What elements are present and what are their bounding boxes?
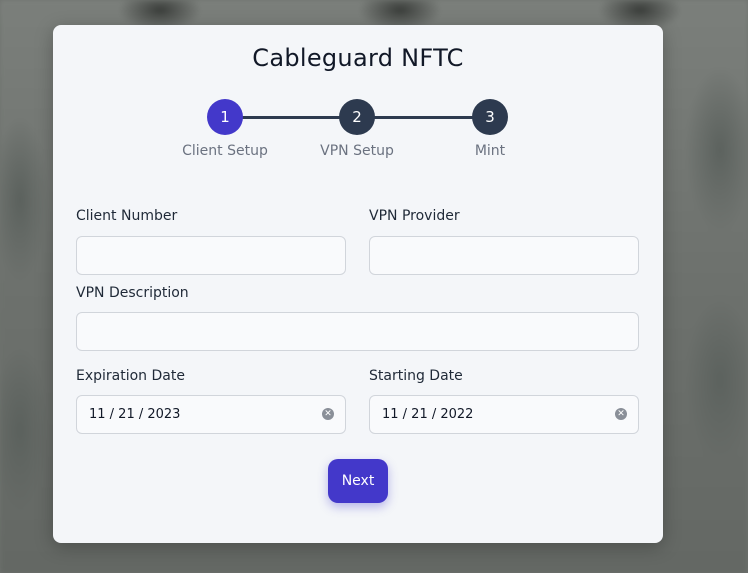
- next-button[interactable]: Next: [328, 459, 388, 503]
- expiration-date-value: 11 / 21 / 2023: [89, 407, 181, 422]
- step-3-label: Mint: [474, 143, 506, 159]
- client-number-input[interactable]: [76, 236, 346, 275]
- starting-date-value: 11 / 21 / 2022: [382, 407, 474, 422]
- vpn-provider-label: VPN Provider: [369, 208, 460, 224]
- clear-icon[interactable]: ✕: [615, 408, 627, 420]
- step-3-indicator[interactable]: 3: [472, 99, 508, 135]
- starting-date-label: Starting Date: [369, 368, 463, 384]
- page-title: Cableguard NFTC: [252, 44, 464, 72]
- step-3-number: 3: [485, 108, 495, 126]
- stepper-connector-2-3: [357, 116, 491, 119]
- setup-card: Cableguard NFTC 1 2 3 Client Setup VPN S…: [53, 25, 663, 543]
- client-number-label: Client Number: [76, 208, 178, 224]
- step-2-number: 2: [352, 108, 362, 126]
- step-1-indicator[interactable]: 1: [207, 99, 243, 135]
- starting-date-input[interactable]: 11 / 21 / 2022 ✕: [369, 395, 639, 434]
- step-1-label: Client Setup: [182, 143, 268, 159]
- clear-icon[interactable]: ✕: [322, 408, 334, 420]
- step-2-indicator[interactable]: 2: [339, 99, 375, 135]
- expiration-date-input[interactable]: 11 / 21 / 2023 ✕: [76, 395, 346, 434]
- vpn-provider-input[interactable]: [369, 236, 639, 275]
- vpn-description-label: VPN Description: [76, 285, 189, 301]
- vpn-description-input[interactable]: [76, 312, 639, 351]
- step-2-label: VPN Setup: [320, 143, 394, 159]
- step-1-number: 1: [220, 108, 230, 126]
- expiration-date-label: Expiration Date: [76, 368, 185, 384]
